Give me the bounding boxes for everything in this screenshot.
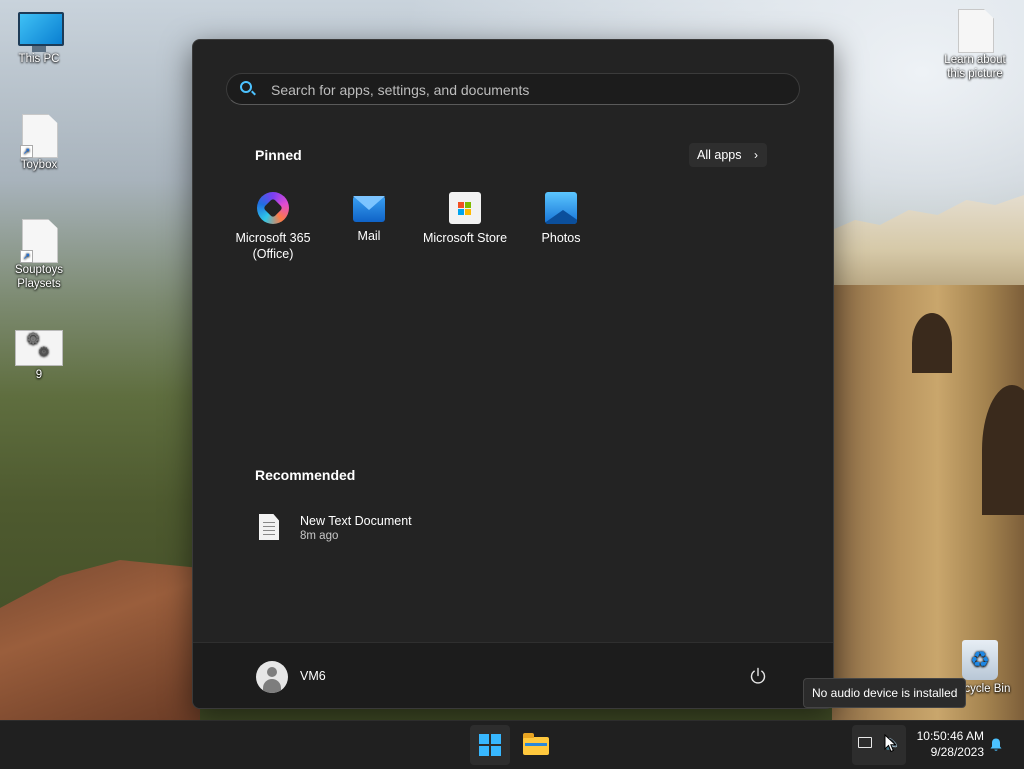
desktop-icon-label: 9 xyxy=(35,369,43,381)
power-icon[interactable] xyxy=(749,667,767,685)
desktop-icon-label: This PC xyxy=(18,53,60,65)
all-apps-label: All apps xyxy=(697,148,742,162)
desktop-icon-label: Learn about this picture xyxy=(944,54,1006,80)
file-explorer-icon xyxy=(523,733,549,755)
desktop-icon-souptoys-playsets[interactable]: ↗ Souptoys Playsets xyxy=(1,219,77,291)
desktop-icon-toybox[interactable]: ↗ Toybox xyxy=(1,114,77,172)
recycle-bin-icon: ♻ xyxy=(962,640,998,680)
file-explorer-button[interactable] xyxy=(515,725,555,765)
mouse-cursor-icon xyxy=(884,734,897,753)
pinned-app-label: Photos xyxy=(541,231,581,245)
microsoft-365-icon xyxy=(257,192,289,224)
start-menu-footer: VM6 xyxy=(193,642,833,708)
desktop-icon-label: Toybox xyxy=(20,159,58,171)
chevron-right-icon: › xyxy=(754,148,758,162)
pinned-app-label: Microsoft Store xyxy=(422,231,508,245)
pinned-app-microsoft-365[interactable]: Microsoft 365 (Office) xyxy=(225,192,321,262)
pinned-app-label: Mail xyxy=(357,229,381,243)
network-icon xyxy=(858,737,872,748)
pinned-app-mail[interactable]: Mail xyxy=(321,192,417,244)
photos-icon xyxy=(545,192,577,224)
recommended-item-name: New Text Document xyxy=(300,514,412,528)
all-apps-button[interactable]: All apps › xyxy=(689,143,767,167)
shortcut-document-icon: ↗ xyxy=(20,114,58,158)
recommended-item[interactable]: New Text Document 8m ago xyxy=(255,510,555,550)
notification-bell-icon[interactable] xyxy=(988,737,1004,753)
computer-icon xyxy=(18,12,64,52)
clock-date: 9/28/2023 xyxy=(930,745,984,759)
settings-gear-icon: ⚙ ⚙ xyxy=(15,330,63,366)
wallpaper-town xyxy=(832,195,1024,290)
text-document-icon xyxy=(259,514,279,540)
clock-time: 10:50:46 AM xyxy=(916,729,984,743)
search-input[interactable] xyxy=(269,79,773,101)
start-menu: Pinned All apps › Microsoft 365 (Office)… xyxy=(192,39,834,709)
audio-tooltip: No audio device is installed xyxy=(803,678,967,708)
user-avatar[interactable] xyxy=(256,661,288,693)
taskbar: 🔈 10:50:46 AM 9/28/2023 xyxy=(0,720,1024,769)
wallpaper-arch xyxy=(912,313,952,373)
recommended-title: Recommended xyxy=(255,467,356,483)
microsoft-store-icon xyxy=(449,192,481,224)
desktop-icon-learn-about-picture[interactable]: Learn about this picture xyxy=(937,9,1013,81)
wallpaper-arch xyxy=(982,385,1024,515)
pinned-app-label: Microsoft 365 (Office) xyxy=(235,231,311,261)
shortcut-document-icon: ↗ xyxy=(20,219,58,263)
search-icon xyxy=(240,81,252,93)
desktop-icon-9[interactable]: ⚙ ⚙ 9 xyxy=(1,330,77,382)
pinned-app-photos[interactable]: Photos xyxy=(513,192,609,246)
taskbar-clock[interactable]: 10:50:46 AM 9/28/2023 xyxy=(908,728,984,760)
user-name[interactable]: VM6 xyxy=(300,669,326,683)
recommended-item-time: 8m ago xyxy=(300,530,339,542)
start-search-box[interactable] xyxy=(226,73,800,105)
document-icon xyxy=(958,9,994,53)
start-button[interactable] xyxy=(470,725,510,765)
desktop-icon-label: Souptoys Playsets xyxy=(15,264,63,290)
desktop-icon-this-pc[interactable]: This PC xyxy=(1,12,77,66)
pinned-title: Pinned xyxy=(255,147,302,163)
pinned-app-microsoft-store[interactable]: Microsoft Store xyxy=(417,192,513,246)
mail-icon xyxy=(353,196,385,222)
wallpaper-cliff xyxy=(0,560,200,720)
